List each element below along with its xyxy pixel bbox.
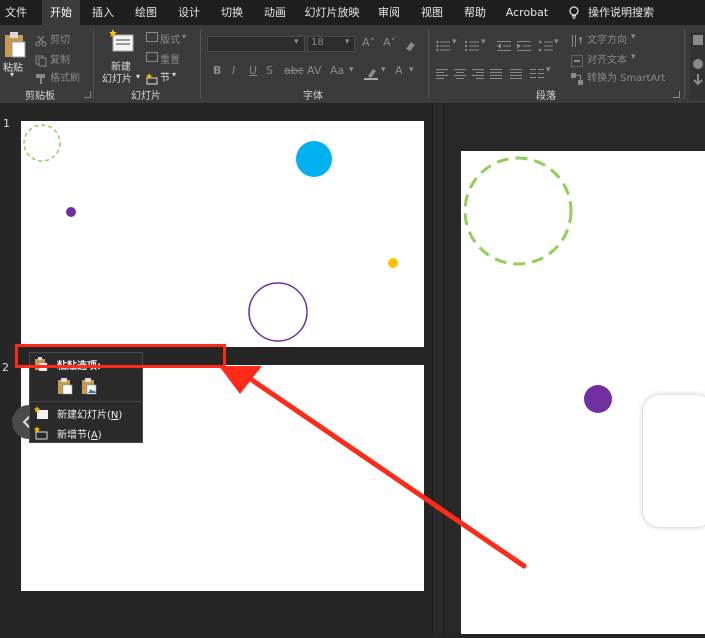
annotation-arrow-icon	[219, 366, 527, 569]
watermark-logo: Baidu经验	[540, 579, 636, 601]
watermark-url: jingyan.baidu.com	[540, 600, 633, 611]
